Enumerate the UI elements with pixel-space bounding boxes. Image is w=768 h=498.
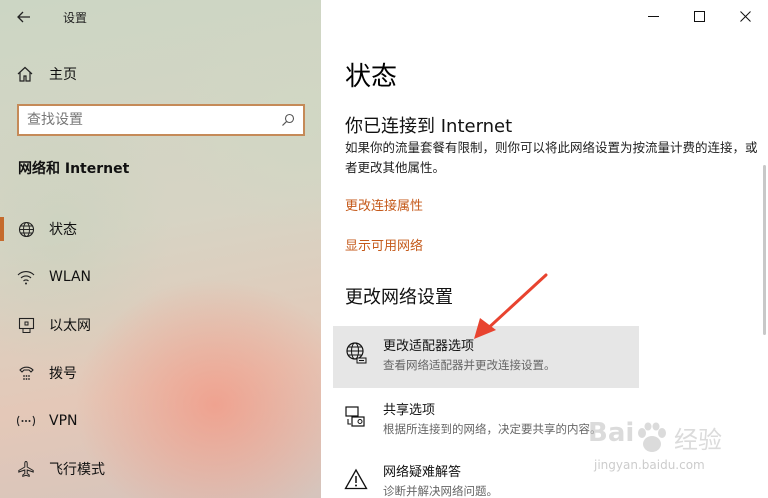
change-network-settings-heading: 更改网络设置 xyxy=(345,287,453,308)
scrollbar[interactable] xyxy=(763,165,766,335)
sidebar-item-wlan[interactable]: WLAN xyxy=(0,253,321,301)
maximize-icon xyxy=(693,10,705,22)
sidebar-item-ethernet[interactable]: 以太网 xyxy=(0,301,321,349)
sidebar-item-airplane[interactable]: 飞行模式 xyxy=(0,445,321,493)
window-controls xyxy=(630,0,768,32)
option-title: 网络疑难解答 xyxy=(383,465,462,480)
search-input[interactable] xyxy=(19,106,269,134)
sidebar-item-dialup[interactable]: 拨号 xyxy=(0,349,321,397)
airplane-icon xyxy=(17,460,35,478)
sidebar-item-label: 飞行模式 xyxy=(49,462,105,478)
page-title: 状态 xyxy=(345,62,398,92)
sidebar-item-label: VPN xyxy=(49,413,78,429)
option-text: 共享选项 根据所连接到的网络，决定要共享的内容。 xyxy=(383,402,602,438)
option-title: 更改适配器选项 xyxy=(383,339,475,354)
option-description: 根据所连接到的网络，决定要共享的内容。 xyxy=(383,422,602,436)
back-button[interactable] xyxy=(12,6,36,28)
sidebar-item-label: WLAN xyxy=(49,269,92,285)
option-description: 查看网络适配器并更改连接设置。 xyxy=(383,358,556,372)
minimize-button[interactable] xyxy=(630,0,676,32)
watermark-url: jingyan.baidu.com xyxy=(594,458,705,472)
adapter-globe-icon xyxy=(343,340,369,366)
sharing-icon xyxy=(343,404,369,430)
dialup-icon xyxy=(17,364,35,382)
sidebar-nav: 状态 WLAN 以太网 拨号 VPN 飞行模式 xyxy=(0,205,321,493)
sidebar-item-label: 状态 xyxy=(49,222,77,238)
wifi-icon xyxy=(17,268,35,286)
ethernet-icon xyxy=(17,316,35,334)
option-text: 更改适配器选项 查看网络适配器并更改连接设置。 xyxy=(383,338,556,374)
back-arrow-icon xyxy=(17,11,30,23)
watermark-brand: Bai xyxy=(588,418,635,448)
settings-sidebar: 设置 主页 网络和 Internet 状态 xyxy=(0,0,321,498)
app-title: 设置 xyxy=(63,11,88,25)
warning-icon xyxy=(343,466,369,492)
watermark-brand-cn: 经验 xyxy=(674,426,722,454)
search-icon[interactable] xyxy=(281,113,295,127)
connection-status-description: 如果你的流量套餐有限制，则你可以将此网络设置为按流量计费的连接，或者更改其他属性… xyxy=(345,140,758,175)
minimize-icon xyxy=(647,15,659,17)
connection-status-title: 你已连接到 Internet xyxy=(345,116,513,137)
home-icon xyxy=(17,66,33,82)
show-available-networks-link[interactable]: 显示可用网络 xyxy=(345,235,423,254)
home-nav-item[interactable]: 主页 xyxy=(16,62,77,86)
change-adapter-options-button[interactable]: 更改适配器选项 查看网络适配器并更改连接设置。 xyxy=(333,326,639,388)
vpn-icon xyxy=(17,412,35,430)
sidebar-item-vpn[interactable]: VPN xyxy=(0,397,321,445)
sidebar-section-title: 网络和 Internet xyxy=(18,161,130,177)
baidu-paw-icon xyxy=(638,422,666,452)
close-button[interactable] xyxy=(722,0,768,32)
baidu-watermark: Bai 经验 jingyan.baidu.com xyxy=(588,418,764,492)
home-label: 主页 xyxy=(49,67,77,83)
search-box[interactable] xyxy=(17,104,305,136)
option-title: 共享选项 xyxy=(383,403,436,418)
sidebar-item-label: 拨号 xyxy=(49,366,77,382)
globe-icon xyxy=(17,220,35,238)
option-text: 网络疑难解答 诊断并解决网络问题。 xyxy=(383,464,498,498)
maximize-button[interactable] xyxy=(676,0,722,32)
option-description: 诊断并解决网络问题。 xyxy=(383,484,498,498)
sidebar-item-label: 以太网 xyxy=(49,318,91,334)
change-connection-properties-link[interactable]: 更改连接属性 xyxy=(345,195,423,214)
close-icon xyxy=(739,10,751,22)
sidebar-item-status[interactable]: 状态 xyxy=(0,205,321,253)
titlebar-left: 设置 xyxy=(0,0,321,34)
